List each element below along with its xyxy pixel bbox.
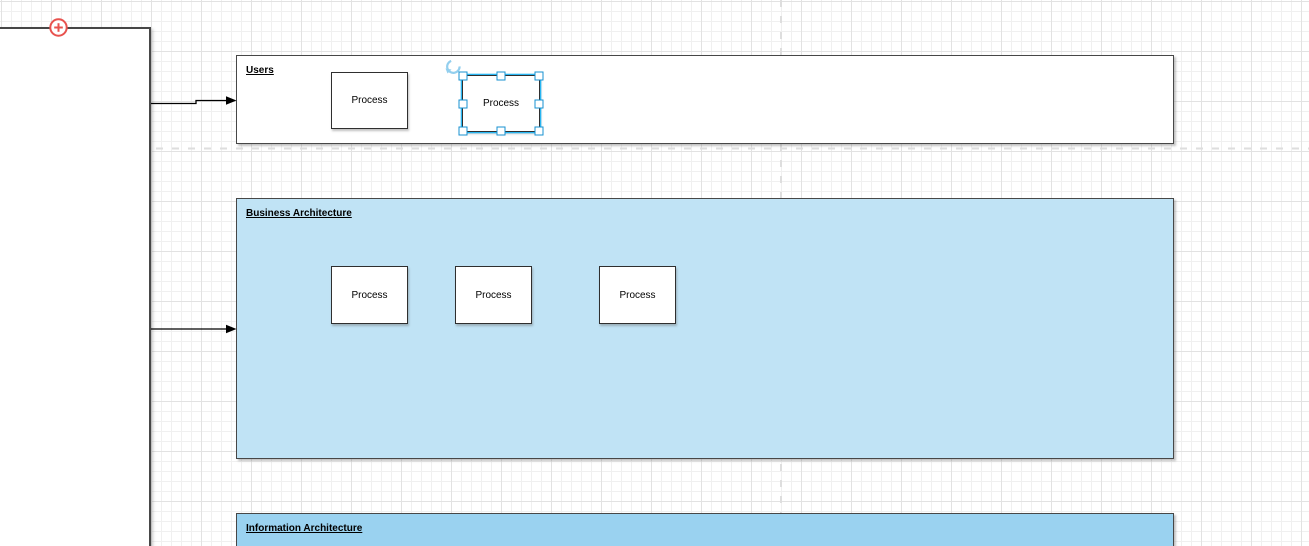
connector-to-users[interactable] [151, 96, 237, 105]
selection-handle-top-right[interactable] [534, 71, 544, 81]
process-label: Process [619, 289, 656, 301]
process-label: Process [475, 289, 512, 301]
diagram-canvas[interactable]: Users Process Process Business Architect… [0, 0, 1309, 546]
process-label: Process [482, 98, 520, 109]
selection-handle-top-left[interactable] [458, 71, 468, 81]
selection-handle-top-middle[interactable] [496, 71, 506, 81]
lane-users[interactable]: Users Process Process [236, 55, 1174, 144]
lane-users-label: Users [246, 65, 274, 76]
process-label: Process [351, 289, 388, 301]
selection-handle-bottom-middle[interactable] [496, 126, 506, 136]
process-shape[interactable]: Process [331, 266, 408, 324]
lane-business-architecture[interactable]: Business Architecture Process Process Pr… [236, 198, 1174, 459]
selection-handle-bottom-left[interactable] [458, 126, 468, 136]
process-shape-selected[interactable]: Process [445, 59, 544, 136]
process-label: Process [351, 95, 388, 106]
selection-handle-bottom-right[interactable] [534, 126, 544, 136]
lane-information-architecture[interactable]: Information Architecture [236, 513, 1174, 546]
add-connection-plus-icon[interactable] [48, 17, 69, 38]
selection-handle-middle-right[interactable] [534, 99, 544, 108]
arrowhead-icon [226, 324, 237, 334]
connector-to-business[interactable] [151, 324, 237, 334]
lane-information-label: Information Architecture [246, 523, 363, 534]
lane-business-label: Business Architecture [246, 208, 352, 219]
process-shape[interactable]: Process [331, 72, 408, 129]
process-shape[interactable]: Process [599, 266, 676, 324]
left-container-shape[interactable] [0, 27, 151, 546]
selection-handle-middle-left[interactable] [458, 99, 468, 108]
arrowhead-icon [226, 96, 237, 105]
process-shape[interactable]: Process [455, 266, 532, 324]
